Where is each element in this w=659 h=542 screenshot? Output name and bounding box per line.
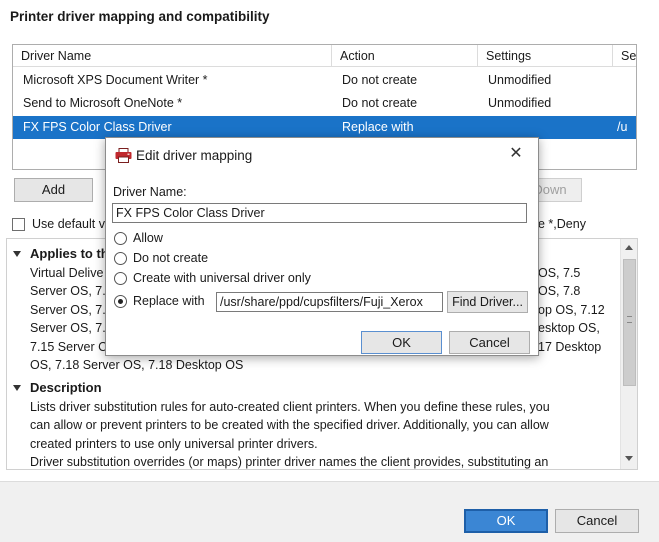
radio-allow[interactable] [114, 232, 127, 245]
applies-line: Server OS, 7. [30, 284, 106, 298]
description-line: Lists driver substitution rules for auto… [30, 400, 550, 414]
column-header-settings[interactable]: Settings [478, 45, 613, 67]
applies-line: Server OS, 7. [30, 321, 106, 335]
cell-extra: /u [617, 120, 628, 134]
cell-action: Do not create [342, 96, 418, 110]
collapse-triangle-icon[interactable] [13, 385, 21, 391]
column-header-driver-name[interactable]: Driver Name [13, 45, 332, 67]
edit-driver-mapping-dialog[interactable]: Edit driver mapping ✕ Driver Name: FX FP… [105, 137, 539, 356]
cell-settings [478, 116, 613, 139]
applies-to-title: Applies to th [30, 246, 109, 261]
cancel-button[interactable]: Cancel [555, 509, 639, 533]
cell-settings: Unmodified [488, 73, 552, 87]
description-line: can allow or prevent printers to be crea… [30, 418, 549, 432]
applies-line-tail: OS, 7.5 [538, 266, 581, 280]
table-header: Driver Name Action Settings Se [13, 45, 636, 67]
applies-line: OS, 7.18 Server OS, 7.18 Desktop OS [30, 358, 244, 372]
column-header-se[interactable]: Se [613, 45, 636, 67]
replace-driver-path-input[interactable]: /usr/share/ppd/cupsfilters/Fuji_Xerox [216, 292, 443, 312]
cell-driver-name: Send to Microsoft OneNote * [23, 96, 183, 110]
close-icon[interactable]: ✕ [506, 144, 526, 164]
use-default-checkbox[interactable] [12, 218, 25, 231]
table-row-selected[interactable]: FX FPS Color Class Driver Replace with /… [13, 116, 636, 139]
cell-driver-name: Microsoft XPS Document Writer * [23, 73, 208, 87]
applies-line-tail: OS, 7.8 [538, 284, 581, 298]
radio-do-not-create-label: Do not create [133, 251, 209, 265]
radio-replace-with-label: Replace with [133, 294, 205, 308]
column-header-action[interactable]: Action [332, 45, 478, 67]
collapse-triangle-icon[interactable] [13, 251, 21, 257]
dialog-cancel-button[interactable]: Cancel [449, 331, 530, 354]
scroll-down-icon[interactable] [625, 456, 633, 461]
scroll-up-icon[interactable] [625, 245, 633, 250]
description-line: Driver substitution overrides (or maps) … [30, 455, 549, 469]
cell-driver-name: FX FPS Color Class Driver [23, 120, 172, 134]
table-row[interactable]: Send to Microsoft OneNote * Do not creat… [13, 92, 636, 115]
use-default-trailing-text: e *,Deny [538, 217, 586, 231]
cell-action: Replace with [342, 120, 414, 134]
radio-do-not-create[interactable] [114, 252, 127, 265]
dialog-title: Edit driver mapping [136, 148, 253, 163]
applies-line-tail: esktop OS, [538, 321, 600, 335]
add-button[interactable]: Add [14, 178, 93, 202]
cell-settings: Unmodified [488, 96, 552, 110]
dialog-ok-button[interactable]: OK [361, 331, 442, 354]
cell-action: Do not create [342, 73, 418, 87]
description-title: Description [30, 380, 102, 395]
applies-line: Server OS, 7. [30, 303, 106, 317]
radio-allow-label: Allow [133, 231, 163, 245]
scrollbar-thumb[interactable] [623, 259, 636, 386]
use-default-label: Use default v [32, 217, 105, 231]
radio-replace-with[interactable] [114, 295, 127, 308]
applies-line-tail: op OS, 7.12 [538, 303, 605, 317]
applies-line-tail: 17 Desktop [538, 340, 602, 354]
applies-line: 7.15 Server C [30, 340, 108, 354]
ok-button[interactable]: OK [464, 509, 548, 533]
driver-name-field[interactable]: FX FPS Color Class Driver [112, 203, 527, 223]
driver-name-label: Driver Name: [113, 185, 187, 199]
radio-create-universal-label: Create with universal driver only [133, 271, 311, 285]
applies-line: Virtual Delive [30, 266, 104, 280]
details-scrollbar[interactable] [620, 239, 637, 469]
find-driver-button[interactable]: Find Driver... [447, 291, 528, 313]
description-line: created printers to use only universal p… [30, 437, 318, 451]
table-row[interactable]: Microsoft XPS Document Writer * Do not c… [13, 69, 636, 92]
page-title: Printer driver mapping and compatibility [10, 9, 270, 24]
radio-create-universal[interactable] [114, 272, 127, 285]
printer-icon [115, 148, 132, 163]
